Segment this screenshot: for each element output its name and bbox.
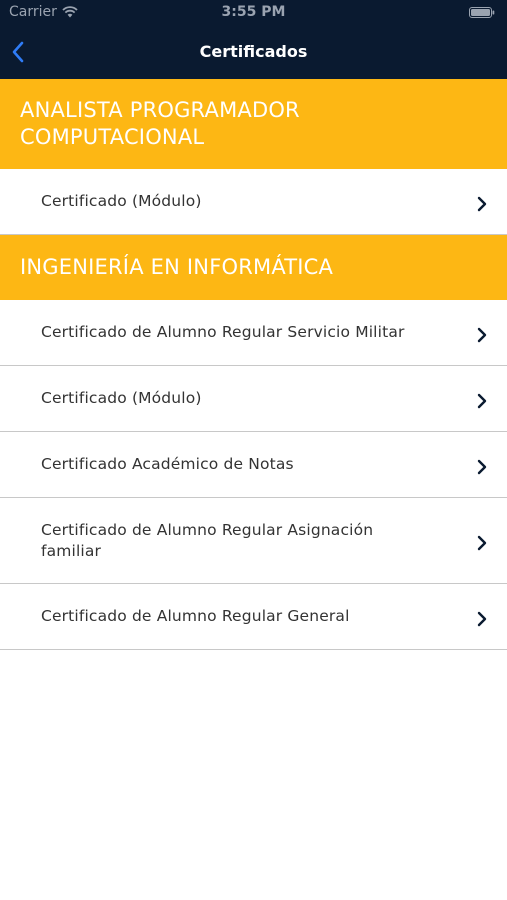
list-item-certificado-modulo[interactable]: Certificado (Módulo) (0, 169, 507, 235)
section-header-analista: ANALISTA PROGRAMADOR COMPUTACIONAL (0, 79, 507, 169)
chevron-right-icon (477, 327, 487, 342)
certificates-list: ANALISTA PROGRAMADOR COMPUTACIONAL Certi… (0, 79, 507, 650)
chevron-right-icon (477, 611, 487, 626)
list-item-certificado-modulo[interactable]: Certificado (Módulo) (0, 366, 507, 432)
status-time: 3:55 PM (221, 4, 286, 20)
list-item-label: Certificado de Alumno Regular Asignación… (41, 520, 373, 562)
list-item-label: Certificado de Alumno Regular Servicio M… (41, 323, 405, 341)
list-item-label: Certificado de Alumno Regular General (41, 607, 350, 625)
list-item-asignacion-familiar[interactable]: Certificado de Alumno Regular Asignación… (0, 498, 507, 584)
section-header-ingenieria: INGENIERÍA EN INFORMÁTICA (0, 235, 507, 300)
battery-icon (469, 7, 495, 18)
section-title: INGENIERÍA EN INFORMÁTICA (20, 255, 334, 279)
top-bar: Carrier 3:55 PM Certificados (0, 0, 507, 79)
list-item-academico-notas[interactable]: Certificado Académico de Notas (0, 432, 507, 498)
list-item-label-line2: familiar (41, 541, 102, 560)
section-title-line2: COMPUTACIONAL (20, 125, 205, 149)
section-title-line1: ANALISTA PROGRAMADOR (20, 98, 300, 122)
chevron-right-icon (477, 459, 487, 474)
list-item-label: Certificado (Módulo) (41, 192, 202, 210)
chevron-right-icon (477, 393, 487, 408)
page-title: Certificados (199, 42, 308, 61)
status-bar: Carrier 3:55 PM (0, 0, 507, 26)
list-item-label-line1: Certificado de Alumno Regular Asignación (41, 520, 374, 539)
list-item-servicio-militar[interactable]: Certificado de Alumno Regular Servicio M… (0, 300, 507, 366)
navigation-bar: Certificados (0, 26, 507, 79)
section-title: ANALISTA PROGRAMADOR COMPUTACIONAL (20, 97, 300, 151)
screen: Carrier 3:55 PM Certificados ANALISTA PR… (0, 0, 507, 900)
chevron-right-icon (477, 196, 487, 211)
chevron-right-icon (477, 535, 487, 550)
list-item-label: Certificado Académico de Notas (41, 455, 294, 473)
list-item-label: Certificado (Módulo) (41, 389, 202, 407)
list-item-regular-general[interactable]: Certificado de Alumno Regular General (0, 584, 507, 650)
